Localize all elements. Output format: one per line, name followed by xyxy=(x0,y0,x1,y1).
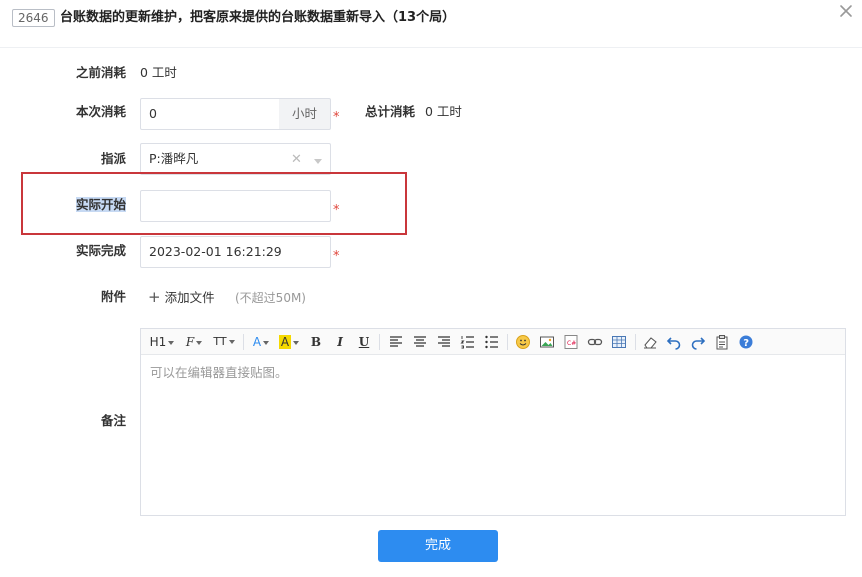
paste-icon[interactable] xyxy=(714,333,730,351)
font-size-dropdown[interactable]: TT xyxy=(211,333,237,351)
image-icon[interactable] xyxy=(539,333,555,351)
prev-cost-label: 之前消耗 xyxy=(75,65,126,80)
redo-icon[interactable] xyxy=(690,333,706,351)
ordered-list-icon[interactable] xyxy=(460,333,476,351)
required-mark: * xyxy=(333,203,340,218)
file-size-hint: (不超过50M) xyxy=(235,291,306,305)
bg-color-dropdown[interactable]: A xyxy=(278,333,300,351)
plus-icon: + xyxy=(148,288,161,306)
rich-text-editor[interactable]: H1 F TT A A B I U C# ? 可以在编辑器直接贴图。 xyxy=(140,328,846,516)
this-cost-input[interactable]: 0 xyxy=(140,98,280,130)
italic-button[interactable]: I xyxy=(333,333,347,351)
code-icon[interactable]: C# xyxy=(563,333,579,351)
unordered-list-icon[interactable] xyxy=(484,333,500,351)
add-file-label: 添加文件 xyxy=(164,290,215,305)
dialog-header: 2646 台账数据的更新维护，把客原来提供的台账数据重新导入（13个局） xyxy=(0,0,862,48)
actual-start-input[interactable] xyxy=(140,190,331,222)
heading-label: H1 xyxy=(149,335,167,349)
bg-color-label: A xyxy=(278,335,292,349)
align-right-icon[interactable] xyxy=(436,333,452,351)
attachment-label: 附件 xyxy=(100,289,126,304)
font-family-label: F xyxy=(185,335,195,349)
eraser-icon[interactable] xyxy=(642,333,658,351)
submit-button[interactable]: 完成 xyxy=(378,530,498,562)
undo-icon[interactable] xyxy=(666,333,682,351)
emoji-icon[interactable] xyxy=(515,333,531,351)
assignee-value: P:潘晔凡 xyxy=(149,151,199,166)
assignee-select[interactable]: P:潘晔凡 ✕ xyxy=(140,143,331,175)
required-mark: * xyxy=(333,249,340,264)
add-file-button[interactable]: + 添加文件 xyxy=(148,289,215,306)
actual-finish-input[interactable]: 2023-02-01 16:21:29 xyxy=(140,236,331,268)
link-icon[interactable] xyxy=(587,333,603,351)
task-id-badge: 2646 xyxy=(12,9,55,27)
font-color-label: A xyxy=(252,335,262,349)
align-left-icon[interactable] xyxy=(388,333,404,351)
actual-start-label-wrap: 实际开始 xyxy=(66,197,126,213)
this-cost-label: 本次消耗 xyxy=(75,104,126,119)
help-icon[interactable]: ? xyxy=(738,333,754,351)
prev-cost-value: 0 工时 xyxy=(140,65,177,80)
editor-placeholder: 可以在编辑器直接贴图。 xyxy=(150,365,288,380)
underline-button[interactable]: U xyxy=(357,333,371,351)
editor-toolbar: H1 F TT A A B I U C# ? xyxy=(141,329,845,355)
heading-dropdown[interactable]: H1 xyxy=(149,333,175,351)
actual-start-label: 实际开始 xyxy=(75,197,126,212)
svg-text:C#: C# xyxy=(567,340,576,347)
required-mark: * xyxy=(333,110,340,125)
font-size-label: TT xyxy=(213,335,227,348)
table-icon[interactable] xyxy=(611,333,627,351)
align-center-icon[interactable] xyxy=(412,333,428,351)
font-family-dropdown[interactable]: F xyxy=(182,333,206,351)
total-cost-label: 总计消耗 xyxy=(364,104,415,119)
close-icon[interactable] xyxy=(838,3,854,19)
remark-label: 备注 xyxy=(100,413,126,428)
chevron-down-icon xyxy=(314,159,322,164)
actual-finish-label: 实际完成 xyxy=(75,243,126,258)
task-title: 台账数据的更新维护，把客原来提供的台账数据重新导入（13个局） xyxy=(60,10,456,25)
svg-text:?: ? xyxy=(743,338,749,349)
assignee-label: 指派 xyxy=(100,151,126,166)
font-color-dropdown[interactable]: A xyxy=(250,333,272,351)
bold-button[interactable]: B xyxy=(309,333,323,351)
hours-unit-addon: 小时 xyxy=(279,98,331,130)
total-cost-value: 0 工时 xyxy=(425,104,462,119)
clear-icon[interactable]: ✕ xyxy=(291,153,302,166)
